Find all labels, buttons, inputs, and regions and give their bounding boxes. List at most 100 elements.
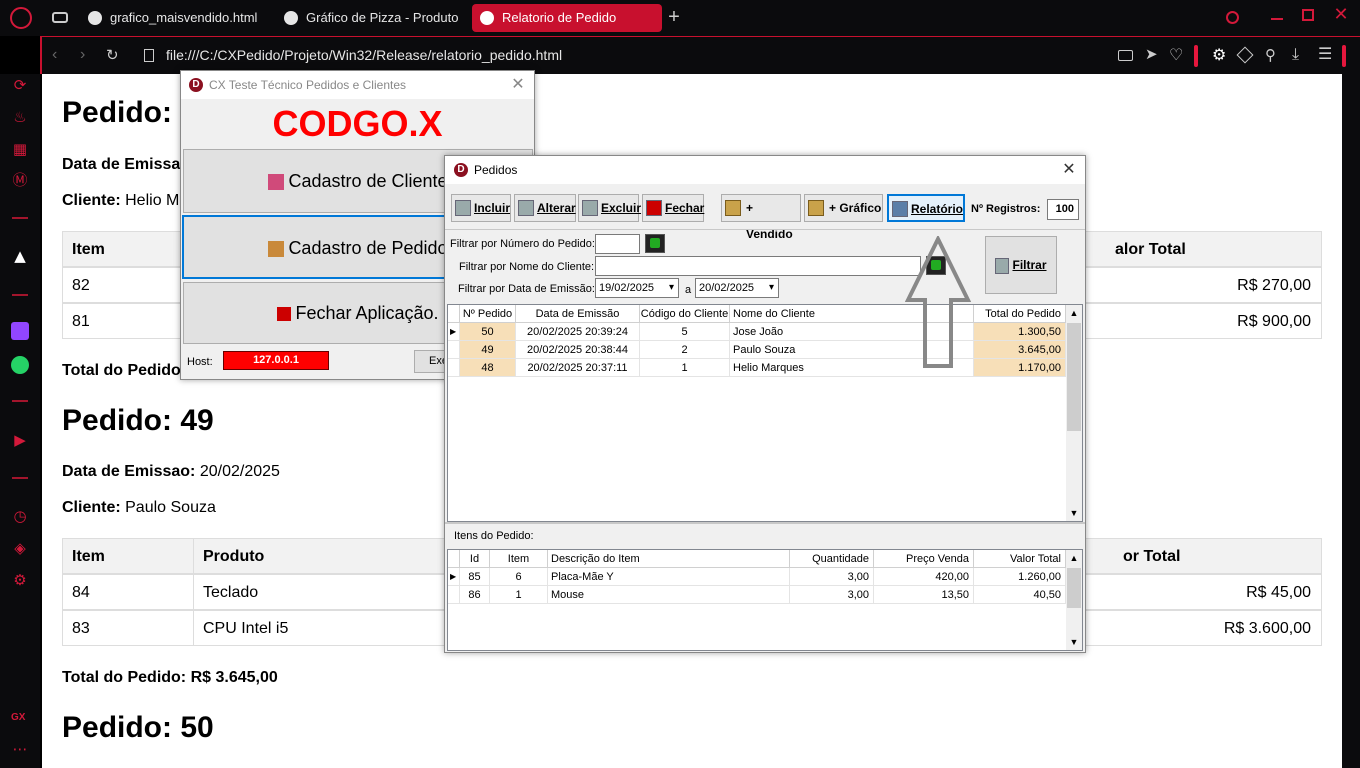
col-preco-venda[interactable]: Preço Venda bbox=[874, 550, 974, 568]
data-ate-picker[interactable]: 20/02/2025 ▾ bbox=[695, 278, 779, 298]
chevron-up-icon[interactable]: ▲ bbox=[1066, 550, 1082, 566]
codigo-cell: 5 bbox=[640, 323, 730, 341]
heart-icon[interactable]: ♡ bbox=[1169, 45, 1183, 64]
more-icon[interactable]: ⋯ bbox=[11, 740, 29, 758]
relatorio-button[interactable]: Relatório bbox=[887, 194, 965, 222]
col-descricao[interactable]: Descrição do Item bbox=[548, 550, 790, 568]
order-total: Total do Pedido bbox=[62, 362, 181, 379]
maximize-icon[interactable] bbox=[1302, 9, 1314, 21]
alterar-button[interactable]: Alterar bbox=[514, 194, 576, 222]
search-tabs-icon[interactable] bbox=[1226, 11, 1239, 24]
extensions-icon[interactable]: ◈ bbox=[11, 539, 29, 557]
col-data-emissao[interactable]: Data de Emissão bbox=[516, 305, 640, 323]
scroll-thumb[interactable] bbox=[1067, 323, 1081, 431]
filtro-numero-input[interactable] bbox=[595, 234, 640, 254]
descricao-cell: Placa-Mãe Y bbox=[548, 568, 790, 586]
twitch-feed-icon[interactable]: ▦ bbox=[11, 140, 29, 158]
close-red-icon bbox=[646, 200, 662, 216]
settings-icon[interactable]: ⚙ bbox=[11, 571, 29, 589]
id-cell: 85 bbox=[460, 568, 490, 586]
grafico-button[interactable]: + Gráfico bbox=[804, 194, 883, 222]
title-bar: D Pedidos ✕ bbox=[445, 156, 1085, 184]
filtro-numero-label: Filtrar por Número do Pedido: bbox=[450, 238, 595, 250]
col-codigo-cliente[interactable]: Código do Cliente bbox=[640, 305, 730, 323]
boxes-icon bbox=[808, 200, 824, 216]
fechar-button[interactable]: Fechar bbox=[642, 194, 704, 222]
gamepad-icon[interactable] bbox=[52, 12, 68, 23]
reload-icon[interactable]: ↻ bbox=[106, 46, 119, 64]
num-pedido-cell: 48 bbox=[460, 359, 516, 377]
add-icon bbox=[455, 200, 471, 216]
chevron-up-icon[interactable]: ▲ bbox=[1066, 305, 1082, 321]
close-icon[interactable]: ✕ bbox=[1055, 156, 1083, 184]
address-bar: ‹ › ↻ file:///C:/CXPedido/Projeto/Win32/… bbox=[40, 36, 1360, 74]
boxes-icon bbox=[725, 200, 741, 216]
arrow-annotation bbox=[905, 236, 971, 368]
col-num-pedido[interactable]: Nº Pedido bbox=[460, 305, 516, 323]
registros-field[interactable]: 100 bbox=[1047, 199, 1079, 220]
orders-grid[interactable]: Nº Pedido Data de Emissão Código do Clie… bbox=[447, 304, 1083, 522]
divider bbox=[12, 217, 28, 219]
page-scrollbar[interactable] bbox=[1342, 74, 1360, 768]
close-icon[interactable]: ✕ bbox=[504, 71, 532, 99]
quantidade-cell: 3,00 bbox=[790, 568, 874, 586]
tab-relatorio-pedido[interactable]: Relatorio de Pedido bbox=[472, 4, 662, 32]
col-total-pedido[interactable]: Total do Pedido bbox=[974, 305, 1066, 323]
separator bbox=[445, 229, 1085, 230]
col-quantidade[interactable]: Quantidade bbox=[790, 550, 874, 568]
col-id[interactable]: Id bbox=[460, 550, 490, 568]
items-grid[interactable]: Id Item Descrição do Item Quantidade Pre… bbox=[447, 549, 1083, 651]
chevron-down-icon[interactable]: ▼ bbox=[1066, 634, 1082, 650]
grid-scrollbar[interactable]: ▲ ▼ bbox=[1066, 550, 1082, 650]
col-item[interactable]: Item bbox=[490, 550, 548, 568]
data-de-picker[interactable]: 19/02/2025 ▾ bbox=[595, 278, 679, 298]
send-icon[interactable]: ➤ bbox=[1145, 45, 1158, 63]
filtrar-button[interactable]: Filtrar bbox=[985, 236, 1057, 294]
row-indicator bbox=[448, 341, 460, 359]
profile-icon[interactable]: ⚲ bbox=[1265, 46, 1276, 64]
chevron-down-icon[interactable]: ▼ bbox=[1066, 505, 1082, 521]
order-title: Pedido: bbox=[62, 96, 172, 129]
close-window-icon[interactable]: ✕ bbox=[1332, 4, 1350, 24]
history-icon[interactable]: ◷ bbox=[11, 507, 29, 525]
filtro-nome-input[interactable] bbox=[595, 256, 921, 276]
new-tab-button[interactable]: + bbox=[664, 6, 684, 28]
easy-setup-icon[interactable]: ☰ bbox=[1318, 44, 1332, 63]
incluir-button[interactable]: Incluir bbox=[451, 194, 511, 222]
title-bar: D CX Teste Técnico Pedidos e Clientes ✕ bbox=[181, 71, 534, 99]
tab-grafico-maisvendido[interactable]: grafico_maisvendido.html bbox=[80, 4, 270, 32]
whatsapp-icon[interactable] bbox=[11, 356, 29, 374]
order-title: Pedido: 49 bbox=[62, 404, 214, 437]
gx-control-icon[interactable]: ♨ bbox=[11, 108, 29, 126]
twitch-icon[interactable] bbox=[11, 322, 29, 340]
grid-scrollbar[interactable]: ▲ ▼ bbox=[1066, 305, 1082, 521]
divider bbox=[1342, 45, 1346, 67]
download-icon[interactable]: ⤓ bbox=[1292, 44, 1299, 64]
minimize-icon[interactable] bbox=[1271, 18, 1283, 20]
url-field[interactable]: file:///C:/CXPedido/Projeto/Win32/Releas… bbox=[166, 47, 562, 63]
scroll-thumb[interactable] bbox=[1067, 568, 1081, 608]
total-cell: R$ 3.600,00 bbox=[1223, 620, 1311, 637]
emission-date-label: Data de Emissa bbox=[62, 156, 181, 173]
num-pedido-cell: 49 bbox=[460, 341, 516, 359]
back-icon[interactable]: ‹ bbox=[52, 46, 57, 64]
opera-logo-icon[interactable] bbox=[10, 7, 32, 29]
globe-icon bbox=[284, 11, 298, 25]
settings-icon[interactable]: ⚙ bbox=[1212, 45, 1226, 64]
col-total: or Total bbox=[1123, 548, 1181, 565]
col-valor-total[interactable]: Valor Total bbox=[974, 550, 1066, 568]
player-icon[interactable]: ▶ bbox=[11, 431, 29, 449]
excluir-button[interactable]: Excluir bbox=[578, 194, 641, 222]
col-total: alor Total bbox=[1115, 241, 1186, 258]
tab-grafico-pizza[interactable]: Gráfico de Pizza - Produto bbox=[276, 4, 462, 32]
cube-icon[interactable] bbox=[1236, 46, 1254, 64]
aria-icon[interactable]: ▲ bbox=[11, 247, 29, 265]
apply-filter-icon[interactable] bbox=[645, 234, 665, 253]
delphi-logo-icon: D bbox=[454, 163, 468, 177]
mais-vendido-button[interactable]: + Vendido bbox=[721, 194, 801, 241]
tab-bar: grafico_maisvendido.html Gráfico de Pizz… bbox=[0, 0, 1360, 36]
mobile-icon[interactable]: Ⓜ bbox=[11, 171, 29, 189]
forward-icon[interactable]: › bbox=[80, 46, 85, 64]
camera-icon[interactable] bbox=[1118, 50, 1133, 61]
speed-dial-icon[interactable]: ⟳ bbox=[11, 76, 29, 94]
